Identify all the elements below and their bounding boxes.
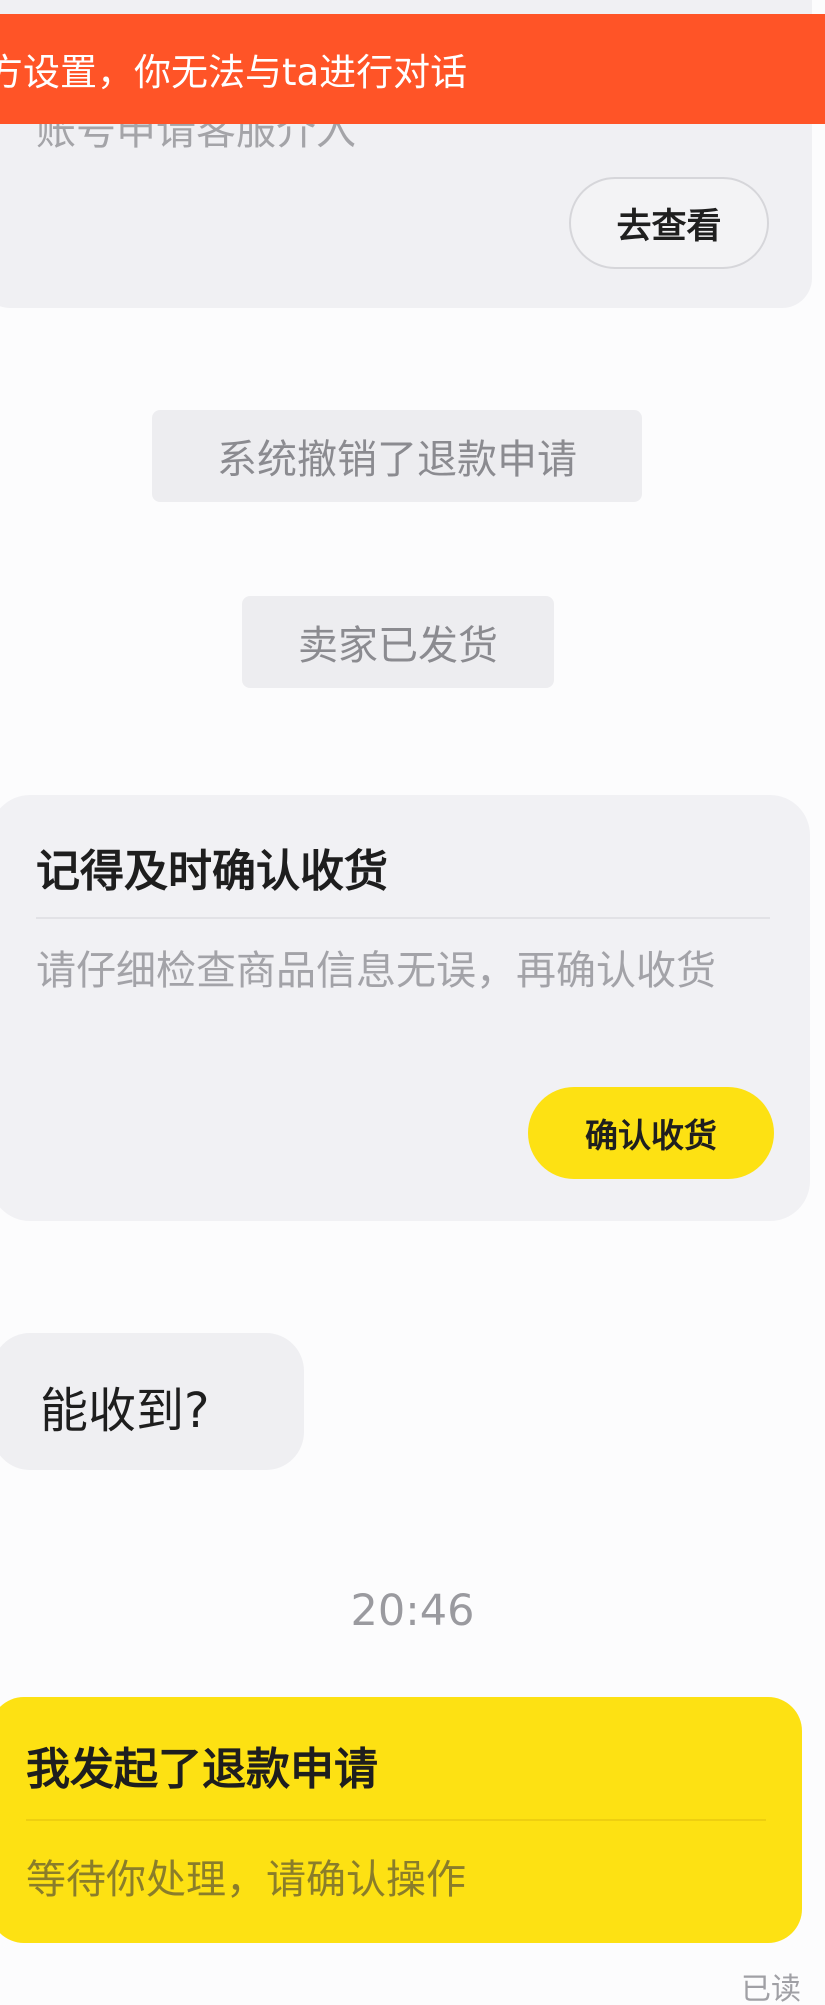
notice-banner: 方设置，你无法与ta进行对话 [0,14,825,124]
confirm-receipt-card: 记得及时确认收货 请仔细检查商品信息无误，再确认收货 确认收货 [0,795,810,1221]
confirm-receipt-description: 请仔细检查商品信息无误，再确认收货 [36,948,716,994]
system-notice-shipped: 卖家已发货 [242,596,554,688]
card-divider [36,917,770,919]
confirm-receipt-title: 记得及时确认收货 [36,846,388,897]
refund-request-card[interactable]: 我发起了退款申请 等待你处理，请确认操作 [0,1697,802,1943]
refund-request-title: 我发起了退款申请 [26,1744,378,1795]
system-notice-refund-cancelled: 系统撤销了退款申请 [152,410,642,502]
chat-screen: 账号申请客服介入 去查看 方设置，你无法与ta进行对话 系统撤销了退款申请 卖家… [0,0,825,2005]
confirm-receipt-button[interactable]: 确认收货 [528,1087,774,1179]
notice-banner-text: 方设置，你无法与ta进行对话 [0,51,468,94]
read-status: 已读 [741,1972,801,2005]
card-divider [26,1819,766,1821]
incoming-message-bubble[interactable]: 能收到? [0,1333,304,1470]
message-timestamp: 20:46 [350,1586,475,1636]
view-button[interactable]: 去查看 [569,177,769,269]
incoming-message-text: 能收到? [40,1383,210,1439]
refund-request-description: 等待你处理，请确认操作 [26,1857,466,1903]
